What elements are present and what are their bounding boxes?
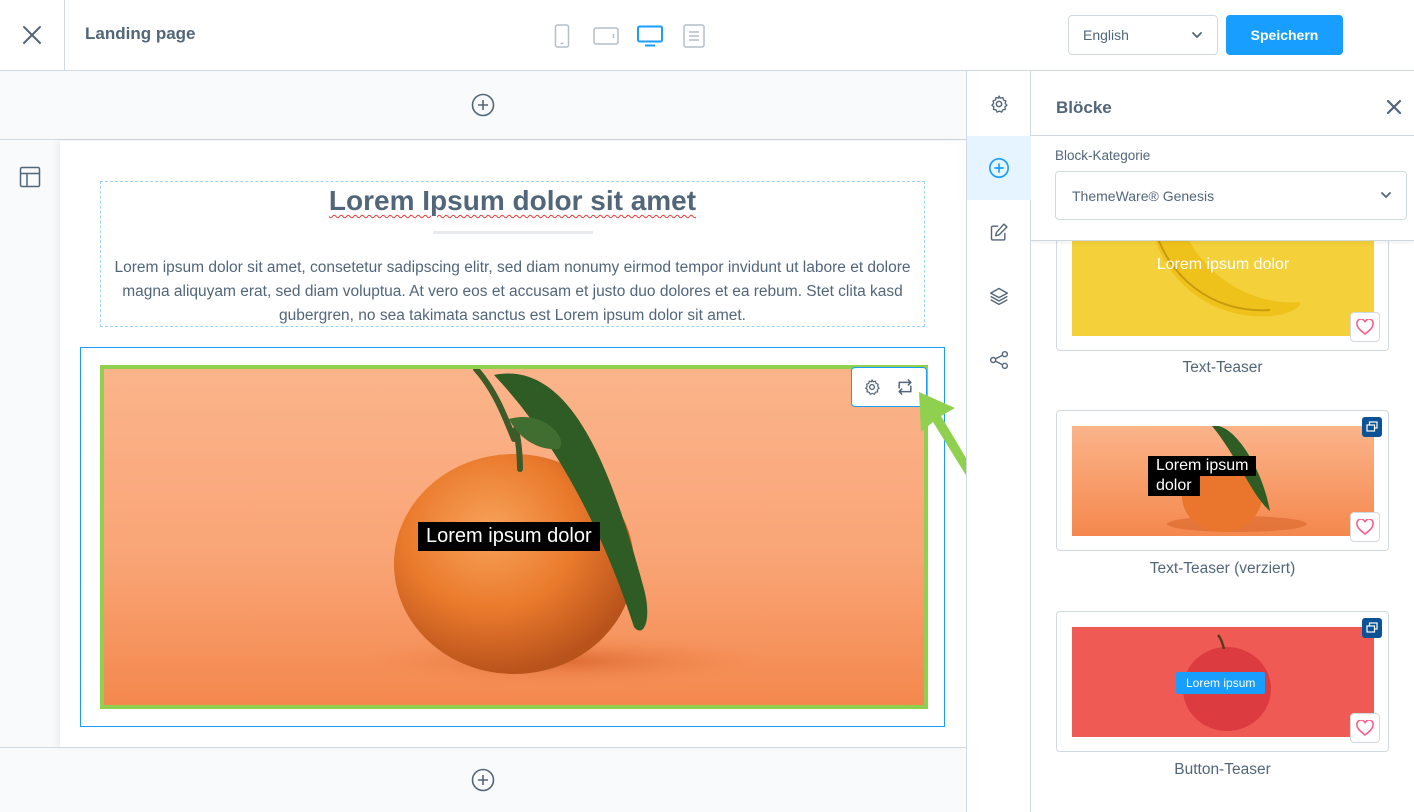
preview-overlay-text: Lorem ipsum dolor: [1156, 256, 1290, 273]
mobile-icon: [554, 24, 570, 48]
plus-circle-icon: [989, 158, 1009, 178]
blocks-panel: Blöcke Block-Kategorie ThemeWare® Genesi…: [1031, 71, 1414, 812]
layout-icon: [19, 166, 41, 188]
rail-layers[interactable]: [967, 264, 1031, 328]
desktop-icon: [637, 25, 663, 47]
panel-close-button[interactable]: [1386, 99, 1402, 115]
block-card-name: Button-Teaser: [1174, 761, 1271, 778]
gear-icon: [991, 95, 1008, 113]
chevron-down-icon: [1381, 192, 1391, 199]
add-section-top-button[interactable]: [471, 93, 495, 117]
swap-icon: [898, 379, 912, 395]
share-icon: [989, 350, 1009, 370]
panel-title: Blöcke: [1056, 98, 1112, 117]
favorite-button[interactable]: [1350, 512, 1380, 542]
block-settings-button[interactable]: [863, 378, 881, 396]
windows-icon: [1366, 622, 1378, 633]
device-mobile-button[interactable]: [540, 18, 584, 54]
favorite-button[interactable]: [1350, 713, 1380, 743]
page-section: Lorem Ipsum dolor sit amet Lorem ipsum d…: [60, 141, 966, 747]
heart-icon: [1356, 319, 1374, 335]
rail-edit[interactable]: [967, 200, 1031, 264]
block-heading: Lorem Ipsum dolor sit amet: [328, 185, 697, 216]
category-label: Block-Kategorie: [1055, 148, 1151, 163]
close-editor-button[interactable]: [0, 0, 65, 70]
image-overlay-text: Lorem ipsum dolor: [418, 522, 600, 551]
premium-badge: [1362, 417, 1382, 437]
add-section-top: [0, 71, 966, 140]
language-select[interactable]: English: [1068, 15, 1218, 55]
rail-add-blocks[interactable]: [967, 136, 1031, 200]
device-switcher: [540, 18, 716, 54]
preview-text-line1: Lorem ipsum: [1148, 456, 1257, 476]
image-element[interactable]: Lorem ipsum dolor: [100, 365, 928, 709]
device-tablet-button[interactable]: [584, 18, 628, 54]
chevron-down-icon: [1192, 32, 1202, 39]
favorite-button[interactable]: [1350, 312, 1380, 342]
add-section-bottom: [0, 747, 966, 812]
device-list-button[interactable]: [672, 18, 716, 54]
top-bar: Landing page English Speichern: [0, 0, 1414, 71]
rail-settings[interactable]: [967, 72, 1031, 136]
close-icon: [23, 26, 41, 44]
block-paragraph: Lorem ipsum dolor sit amet, consetetur s…: [114, 259, 911, 324]
block-card-text-teaser-decorated[interactable]: Lorem ipsum dolor: [1056, 410, 1389, 551]
category-select[interactable]: ThemeWare® Genesis: [1055, 171, 1407, 220]
plus-circle-icon: [471, 93, 495, 117]
heart-icon: [1356, 519, 1374, 535]
block-card-name: Text-Teaser (verziert): [1149, 560, 1296, 577]
text-block[interactable]: Lorem Ipsum dolor sit amet Lorem ipsum d…: [100, 181, 925, 327]
plus-circle-icon: [471, 768, 495, 792]
preview-text-line2: dolor: [1148, 476, 1200, 496]
image-text-block[interactable]: Lorem ipsum dolor: [80, 347, 945, 727]
layers-icon: [989, 287, 1009, 306]
heart-icon: [1356, 720, 1374, 736]
section-layout-button[interactable]: [18, 165, 42, 194]
page-title: Landing page: [85, 24, 196, 43]
save-button[interactable]: Speichern: [1226, 15, 1343, 55]
preview-button: Lorem ipsum: [1176, 672, 1266, 694]
block-swap-button[interactable]: [895, 377, 915, 397]
windows-icon: [1366, 421, 1378, 432]
premium-badge: [1362, 618, 1382, 638]
block-preview-image: Lorem ipsum: [1072, 627, 1374, 737]
gear-icon: [865, 379, 880, 395]
block-card-button-teaser[interactable]: Lorem ipsum: [1056, 611, 1389, 752]
block-card-name: Text-Teaser: [1182, 359, 1263, 376]
category-filter: Block-Kategorie ThemeWare® Genesis: [1031, 136, 1414, 241]
block-preview-image: Lorem ipsum dolor: [1072, 426, 1374, 536]
banana-image: [1072, 226, 1374, 336]
heading-divider: [432, 231, 593, 234]
block-toolbar: [851, 367, 927, 407]
block-preview-image: Lorem ipsum dolor: [1072, 226, 1374, 336]
panel-header: Blöcke: [1031, 71, 1414, 136]
language-value: English: [1083, 27, 1129, 43]
preview-overlay-text: Lorem ipsum dolor: [1148, 456, 1257, 496]
add-section-bottom-button[interactable]: [471, 768, 495, 792]
sidebar-rail: [966, 71, 1031, 812]
rail-share[interactable]: [967, 328, 1031, 392]
device-desktop-button[interactable]: [628, 18, 672, 54]
tablet-icon: [593, 27, 619, 45]
close-icon: [1386, 99, 1402, 115]
editor-canvas: Lorem Ipsum dolor sit amet Lorem ipsum d…: [0, 71, 966, 812]
edit-icon: [990, 223, 1008, 241]
category-value: ThemeWare® Genesis: [1072, 187, 1215, 204]
list-view-icon: [683, 24, 705, 48]
